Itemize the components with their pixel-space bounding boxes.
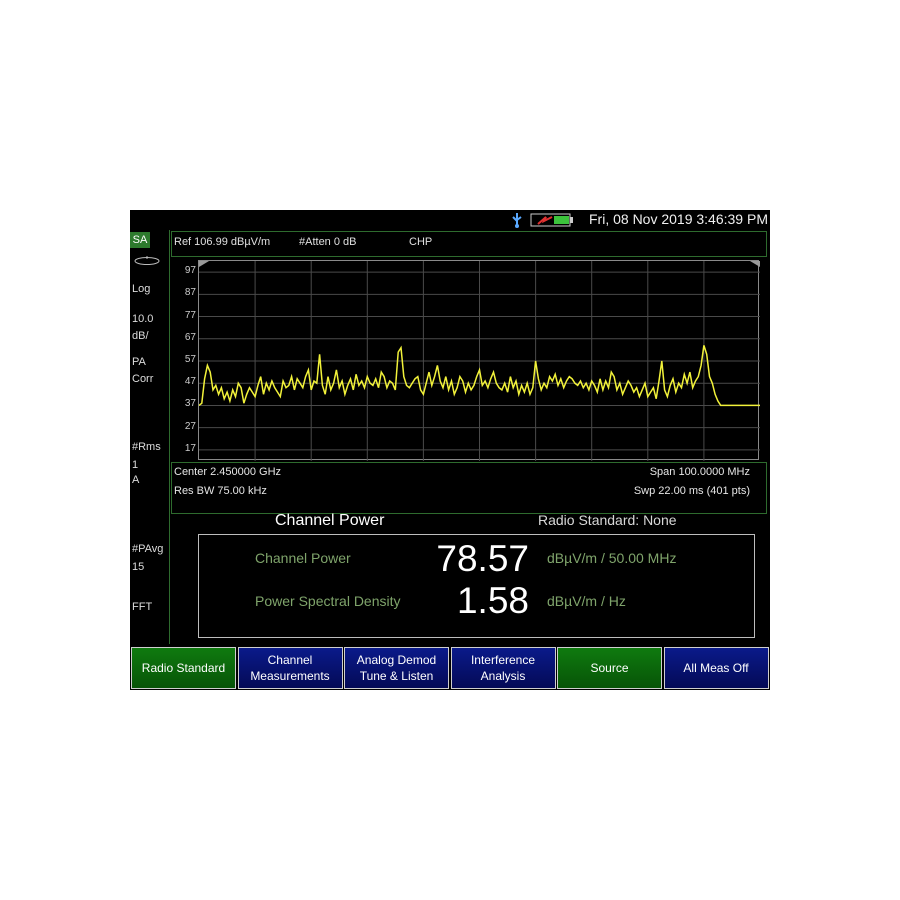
y-tick-label: 57 [184,354,196,365]
y-tick-label: 37 [184,398,196,410]
psd-unit: dBµV/m / Hz [547,593,626,609]
detector-label: #Rms [132,441,161,453]
radio-standard-status: Radio Standard: None [538,512,677,528]
results-title: Channel Power [275,512,385,529]
center-frequency: Center 2.450000 GHz [174,466,282,478]
y-tick-label: 47 [184,376,196,388]
mode-badge[interactable]: SA [130,232,150,248]
measurement-header: Ref 106.99 dBµV/m #Atten 0 dB CHP [171,231,767,257]
scale-value: 10.0 [132,313,154,325]
y-tick-label: 27 [184,420,196,432]
status-bar: Fri, 08 Nov 2019 3:46:39 PM [130,210,770,230]
attenuation: #Atten 0 dB [299,236,357,248]
y-tick-label: 77 [184,309,196,321]
y-tick-label: 87 [184,287,196,299]
channel-edge-marker [199,261,209,267]
spectrum-plot[interactable] [198,260,760,461]
frequency-span: Span 100.0000 MHz [649,466,750,478]
y-tick-label: 97 [184,265,196,277]
spectrum-svg [199,261,760,461]
y-tick-label: 17 [184,442,196,454]
status-datetime: Fri, 08 Nov 2019 3:46:39 PM [589,211,768,227]
softkey-bar: Radio Standard Channel Measurements Analog… [130,646,770,690]
softkey-analog-demod-tune-listen[interactable]: Analog Demod Tune & Listen [344,647,449,689]
battery-icon [530,213,573,227]
softkey-channel-measurements[interactable]: Channel Measurements [237,647,343,689]
softkey-all-meas-off[interactable]: All Meas Off [663,647,769,689]
trace-marker-icon [134,256,160,265]
sweep-type: FFT [132,601,153,613]
results-panel: Channel Power 78.57 dBµV/m / 50.00 MHz P… [198,534,755,638]
average-label: #PAvg [132,543,164,555]
reference-level: Ref 106.99 dBµV/m [174,236,271,248]
channel-power-unit: dBµV/m / 50.00 MHz [547,550,677,566]
channel-power-value: 78.57 [436,538,529,579]
usb-icon [512,213,522,228]
y-tick-label: 67 [184,331,196,343]
scale-type: Log [132,283,151,295]
measurement-name: CHP [409,236,433,248]
analyzer-screen: Fri, 08 Nov 2019 3:46:39 PM SA Log 10.0 … [130,210,770,690]
trace-number: 1 [132,459,139,471]
channel-edge-marker [750,261,760,267]
annotation-panel: SA Log 10.0 dB/ PA Corr #Rms 1 A #PAvg 1… [130,230,170,644]
correction-label: Corr [132,373,154,385]
psd-value: 1.58 [456,580,529,621]
frequency-info: Center 2.450000 GHz Res BW 75.00 kHz Spa… [171,462,767,514]
scale-unit: dB/ [132,330,149,342]
preamp-label: PA [132,356,146,368]
softkey-interference-analysis[interactable]: Interference Analysis [450,647,556,689]
softkey-source[interactable]: Source [557,647,662,689]
resolution-bandwidth: Res BW 75.00 kHz [174,485,267,497]
channel-power-label: Channel Power [255,550,351,566]
sweep-time: Swp 22.00 ms (401 pts) [633,485,750,497]
trace-mode: A [132,474,140,486]
softkey-radio-standard[interactable]: Radio Standard [131,647,236,689]
average-count: 15 [132,561,145,573]
